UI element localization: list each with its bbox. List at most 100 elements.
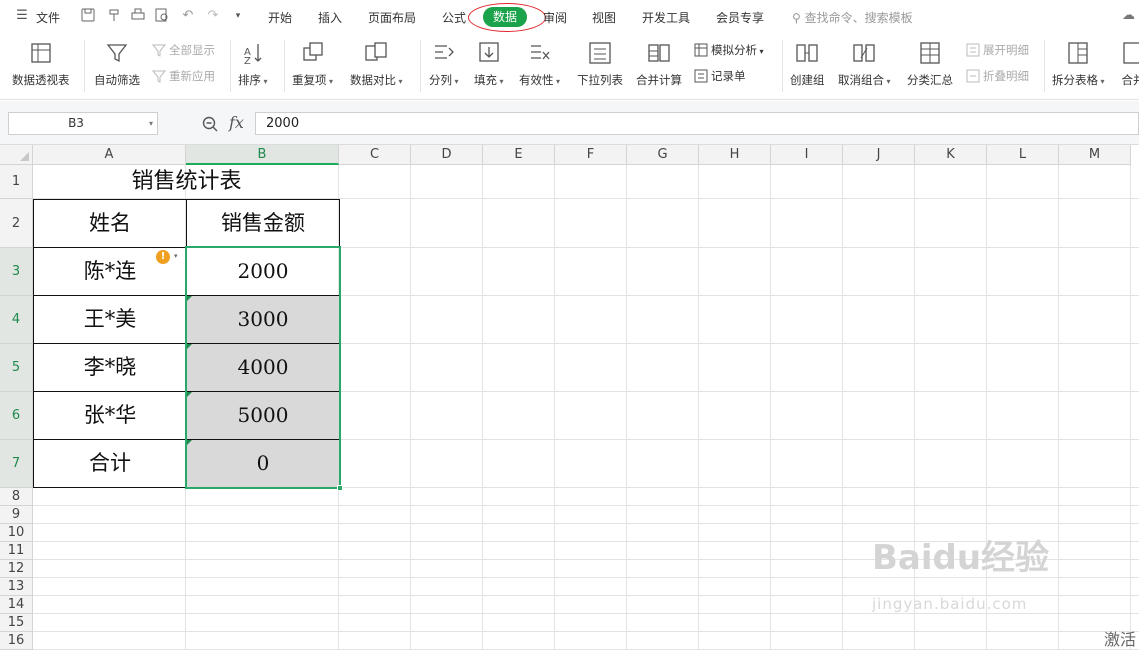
column-header-c[interactable]: C (339, 145, 411, 165)
reapply-button[interactable]: 重新应用 (151, 67, 215, 85)
file-menu[interactable]: 文件 (36, 9, 60, 26)
warning-dropdown-icon[interactable]: ▾ (174, 252, 178, 260)
row-header-4[interactable]: 4 (0, 296, 33, 344)
tab-insert[interactable]: 插入 (318, 9, 342, 26)
whatif-button[interactable]: 模拟分析 ▾ (694, 41, 764, 59)
ribbon-separator (230, 40, 231, 92)
column-header-h[interactable]: H (699, 145, 771, 165)
row-header-16[interactable]: 16 (0, 632, 33, 650)
menu-bar: ☰ 文件 ↶ ↷ ▾ 开始 插入 页面布局 公式 数据 审阅 视图 开发工具 会… (0, 0, 1139, 34)
name-cell[interactable]: 王*美 (33, 295, 187, 344)
cloud-icon[interactable]: ☁ (1122, 8, 1135, 23)
header-amount-cell[interactable]: 销售金额 (186, 199, 340, 248)
name-box-dropdown-icon[interactable]: ▾ (149, 113, 153, 134)
select-all-corner[interactable] (0, 145, 33, 165)
fill-handle[interactable] (337, 485, 343, 491)
row-header-12[interactable]: 12 (0, 560, 33, 578)
caret-icon: ▾ (497, 77, 504, 86)
expand-detail-label: 展开明细 (983, 43, 1029, 57)
validity-button[interactable]: 有效性 ▾ (519, 40, 560, 88)
column-header-j[interactable]: J (843, 145, 915, 165)
format-painter-icon[interactable] (106, 8, 122, 24)
sort-label: 排序 (238, 73, 261, 87)
consolidate-button[interactable]: 合并计算 (636, 40, 682, 88)
ungroup-label: 取消组合 (838, 73, 884, 87)
pivot-table-button[interactable]: 数据透视表 (12, 40, 70, 88)
row-header-15[interactable]: 15 (0, 614, 33, 632)
command-search[interactable]: ⚲ 查找命令、搜索模板 (792, 9, 913, 26)
subtotal-button[interactable]: 分类汇总 (907, 40, 953, 88)
tab-formula[interactable]: 公式 (442, 9, 466, 26)
print-icon[interactable] (130, 8, 146, 24)
error-warning-icon[interactable]: ! (156, 250, 170, 264)
row-header-9[interactable]: 9 (0, 506, 33, 524)
quick-access-dropdown-icon[interactable]: ▾ (230, 8, 246, 24)
hamburger-icon[interactable]: ☰ (14, 8, 30, 24)
column-header-i[interactable]: I (771, 145, 843, 165)
name-cell[interactable]: 李*晓 (33, 343, 187, 392)
undo-icon[interactable]: ↶ (180, 8, 196, 24)
expand-detail-button[interactable]: 展开明细 (966, 41, 1029, 59)
column-header-k[interactable]: K (915, 145, 987, 165)
name-cell[interactable]: 张*华 (33, 391, 187, 440)
fill-button[interactable]: 填充 ▾ (474, 40, 504, 88)
name-box[interactable]: B3 ▾ (8, 112, 158, 135)
row-header-6[interactable]: 6 (0, 392, 33, 440)
column-header-m[interactable]: M (1059, 145, 1131, 165)
row-header-8[interactable]: 8 (0, 488, 33, 506)
search-icon: ⚲ (792, 11, 801, 25)
whatif-label: 模拟分析 (711, 43, 757, 57)
data-compare-button[interactable]: 数据对比 ▾ (350, 40, 403, 88)
column-header-f[interactable]: F (555, 145, 627, 165)
row-header-7[interactable]: 7 (0, 440, 33, 488)
tab-home[interactable]: 开始 (268, 9, 292, 26)
tab-review[interactable]: 审阅 (543, 9, 567, 26)
row-header-10[interactable]: 10 (0, 524, 33, 542)
column-header-d[interactable]: D (411, 145, 483, 165)
svg-text:Z: Z (244, 56, 251, 66)
column-header-g[interactable]: G (627, 145, 699, 165)
redo-icon[interactable]: ↷ (205, 8, 221, 24)
column-header-e[interactable]: E (483, 145, 555, 165)
show-all-button[interactable]: 全部显示 (151, 41, 215, 59)
split-table-button[interactable]: 拆分表格 ▾ (1052, 40, 1105, 88)
sort-button[interactable]: AZ 排序 ▾ (238, 40, 268, 88)
duplicates-button[interactable]: 重复项 ▾ (292, 40, 333, 88)
ribbon-separator (782, 40, 783, 92)
name-cell[interactable]: 合计 (33, 439, 187, 488)
tab-member[interactable]: 会员专享 (716, 9, 764, 26)
fx-icon[interactable]: fx (229, 113, 244, 132)
tab-view[interactable]: 视图 (592, 9, 616, 26)
baidu-watermark-logo: Baidu经验 (872, 538, 1050, 578)
caret-icon: ▾ (553, 77, 561, 86)
create-group-button[interactable]: 创建组 (790, 40, 825, 88)
dropdown-list-label: 下拉列表 (577, 73, 623, 87)
row-header-2[interactable]: 2 (0, 199, 33, 248)
collapse-detail-button[interactable]: 折叠明细 (966, 67, 1029, 85)
spreadsheet-grid[interactable]: ABCDEFGHIJKLM 1 2 3 4 5 6 7 8 9 10 11 12 13 14 15 16 销售… (0, 145, 1139, 650)
merge-table-button[interactable]: 合并 (1120, 40, 1139, 88)
print-preview-icon[interactable] (154, 8, 170, 24)
column-header-b[interactable]: B (186, 145, 339, 165)
header-name-cell[interactable]: 姓名 (33, 199, 187, 248)
column-header-a[interactable]: A (33, 145, 186, 165)
row-header-5[interactable]: 5 (0, 344, 33, 392)
split-column-label: 分列 (429, 73, 452, 87)
save-icon[interactable] (80, 8, 96, 24)
zoom-icon[interactable] (201, 115, 219, 133)
formula-input[interactable]: 2000 (255, 112, 1139, 135)
column-header-l[interactable]: L (987, 145, 1059, 165)
dropdown-list-button[interactable]: 下拉列表 (577, 40, 623, 88)
tab-page-layout[interactable]: 页面布局 (368, 9, 416, 26)
autofilter-button[interactable]: 自动筛选 (94, 40, 140, 88)
row-header-14[interactable]: 14 (0, 596, 33, 614)
split-column-button[interactable]: 分列 ▾ (429, 40, 459, 88)
row-header-3[interactable]: 3 (0, 248, 33, 296)
tab-developer[interactable]: 开发工具 (642, 9, 690, 26)
record-form-button[interactable]: 记录单 (694, 67, 746, 85)
row-header-11[interactable]: 11 (0, 542, 33, 560)
row-header-13[interactable]: 13 (0, 578, 33, 596)
row-header-1[interactable]: 1 (0, 165, 33, 199)
ungroup-button[interactable]: 取消组合 ▾ (838, 40, 891, 88)
table-title[interactable]: 销售统计表 (33, 165, 340, 199)
